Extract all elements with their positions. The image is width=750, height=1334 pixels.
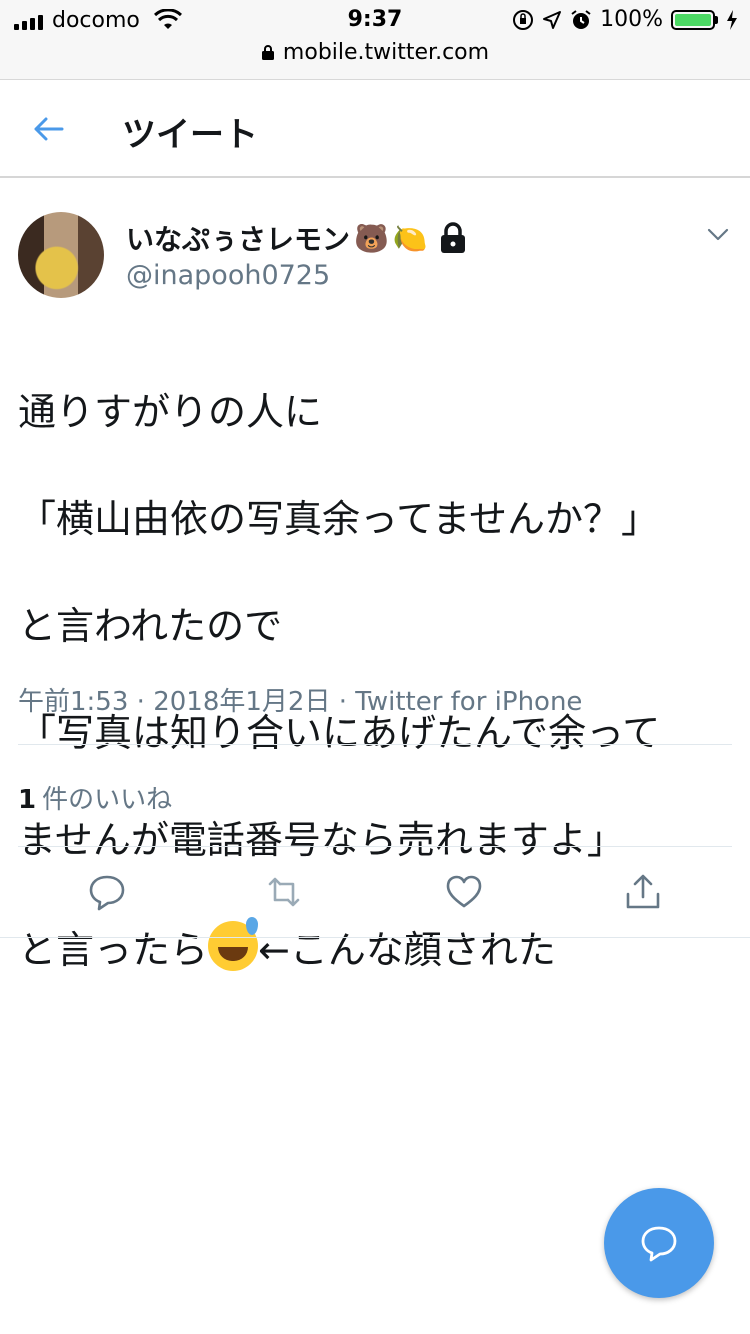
meta-separator: · bbox=[136, 687, 145, 717]
orientation-lock-icon bbox=[513, 9, 534, 30]
reply-bubble-icon bbox=[641, 1226, 677, 1262]
status-bar: docomo 9:37 100% mobile.twitter.com bbox=[0, 0, 750, 80]
user-display-name[interactable]: いなぷぅさレモン 🐻 🍋 bbox=[126, 218, 468, 258]
arrow-left-icon[interactable] bbox=[28, 109, 68, 149]
tweet-meta: 午前1:53 · 2018年1月2日 · Twitter for iPhone bbox=[18, 681, 582, 718]
battery-percent: 100% bbox=[600, 7, 663, 32]
share-icon[interactable] bbox=[623, 872, 663, 912]
tweet-line: 通りすがりの人に bbox=[18, 389, 323, 434]
avatar[interactable] bbox=[18, 212, 104, 298]
divider bbox=[18, 744, 732, 745]
user-handle[interactable]: @inapooh0725 bbox=[126, 260, 330, 291]
like-icon[interactable] bbox=[444, 872, 484, 912]
lemon-emoji: 🍋 bbox=[392, 221, 428, 255]
compose-reply-button[interactable] bbox=[604, 1188, 714, 1298]
page-title: ツイート bbox=[122, 115, 258, 155]
reply-icon[interactable] bbox=[87, 872, 127, 912]
likes-number: 1 bbox=[18, 785, 37, 815]
chevron-down-icon[interactable] bbox=[706, 222, 730, 246]
bear-emoji: 🐻 bbox=[354, 221, 389, 255]
tweet-date[interactable]: 2018年1月2日 bbox=[153, 687, 330, 717]
battery-icon bbox=[671, 9, 715, 30]
tweet-time[interactable]: 午前1:53 bbox=[18, 687, 128, 717]
user-name-text: いなぷぅさレモン bbox=[126, 223, 351, 256]
tweet-actions bbox=[0, 850, 750, 938]
likes-count[interactable]: 1 件のいいね bbox=[18, 779, 172, 816]
tweet-line: と言われたので bbox=[18, 603, 283, 648]
url-text: mobile.twitter.com bbox=[282, 40, 490, 65]
likes-label: 件のいいね bbox=[42, 785, 173, 815]
address-bar[interactable]: mobile.twitter.com bbox=[0, 40, 750, 65]
charging-bolt-icon bbox=[727, 9, 737, 30]
location-arrow-icon bbox=[543, 10, 562, 29]
secure-lock-icon bbox=[261, 45, 274, 60]
retweet-icon[interactable] bbox=[264, 872, 304, 912]
tweet-line: 「横山由依の写真余ってませんか？」 bbox=[18, 496, 660, 541]
tweet-source[interactable]: Twitter for iPhone bbox=[355, 687, 582, 717]
divider bbox=[18, 846, 732, 847]
meta-separator: · bbox=[338, 687, 347, 717]
alarm-icon bbox=[571, 9, 591, 29]
lock-icon bbox=[440, 222, 465, 253]
page-header: ツイート bbox=[0, 81, 750, 178]
